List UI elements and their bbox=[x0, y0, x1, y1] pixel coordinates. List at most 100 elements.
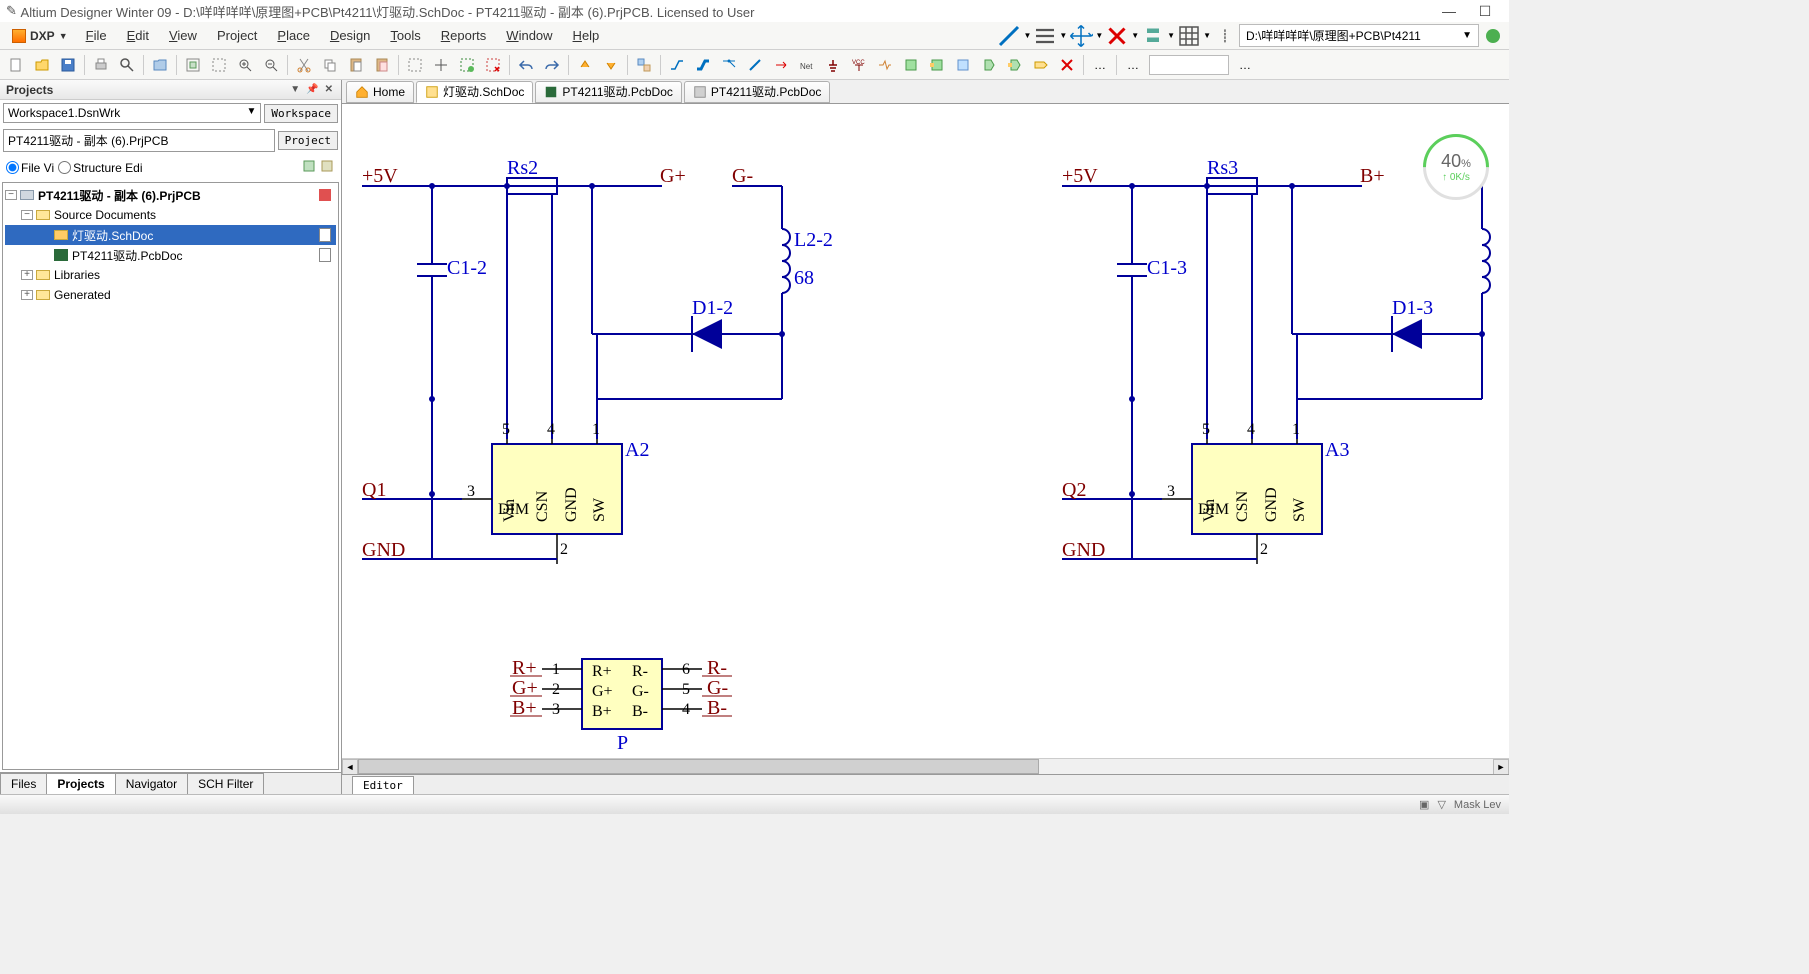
menu-edit[interactable]: Edit bbox=[117, 24, 159, 47]
menu-design[interactable]: Design bbox=[320, 24, 380, 47]
panel-tool-icon[interactable] bbox=[319, 158, 335, 177]
radio-structure-edit[interactable]: Structure Edi bbox=[58, 161, 142, 175]
rubber-stamp-button[interactable] bbox=[370, 53, 394, 77]
place-bus-button[interactable] bbox=[691, 53, 715, 77]
panel-tool-icon[interactable] bbox=[301, 158, 317, 177]
panel-pin-icon[interactable]: 📌 bbox=[304, 84, 320, 95]
tab-files[interactable]: Files bbox=[0, 773, 47, 794]
go-button[interactable] bbox=[1481, 25, 1505, 47]
minimize-button[interactable]: — bbox=[1431, 3, 1467, 19]
move-tool[interactable] bbox=[1069, 25, 1093, 47]
place-device-sheet-button[interactable] bbox=[951, 53, 975, 77]
move-cursor-button[interactable] bbox=[429, 53, 453, 77]
menu-help[interactable]: Help bbox=[563, 24, 610, 47]
project-button[interactable]: Project bbox=[278, 131, 338, 150]
scroll-left-icon[interactable]: ◄ bbox=[342, 759, 358, 775]
deselect-button[interactable] bbox=[455, 53, 479, 77]
project-field[interactable]: PT4211驱动 - 副本 (6).PrjPCB bbox=[3, 129, 275, 152]
tab-editor[interactable]: Editor bbox=[352, 776, 414, 794]
save-button[interactable] bbox=[56, 53, 80, 77]
paste-button[interactable] bbox=[344, 53, 368, 77]
place-netlabel-button[interactable]: Net bbox=[795, 53, 819, 77]
menu-reports[interactable]: Reports bbox=[431, 24, 497, 47]
hierarchy-down-button[interactable] bbox=[599, 53, 623, 77]
zoom-fit-button[interactable] bbox=[181, 53, 205, 77]
place-sheet-symbol-button[interactable] bbox=[899, 53, 923, 77]
menu-file[interactable]: File bbox=[76, 24, 117, 47]
menu-view[interactable]: View bbox=[159, 24, 207, 47]
place-gnd-button[interactable] bbox=[821, 53, 845, 77]
draw-line-tool[interactable] bbox=[997, 25, 1021, 47]
workspace-combo[interactable]: Workspace1.DsnWrk ▼ bbox=[3, 103, 261, 123]
place-vcc-button[interactable]: VCC bbox=[847, 53, 871, 77]
zoom-area-button[interactable] bbox=[207, 53, 231, 77]
print-button[interactable] bbox=[89, 53, 113, 77]
panel-bottom-tabs: Files Projects Navigator SCH Filter bbox=[0, 772, 341, 794]
tab-schdoc[interactable]: 灯驱动.SchDoc bbox=[416, 81, 533, 103]
place-sheet-entry-button[interactable] bbox=[925, 53, 949, 77]
workspace-button[interactable]: Workspace bbox=[264, 104, 338, 123]
place-signal-harness-button[interactable] bbox=[717, 53, 741, 77]
tab-pcbdoc-1[interactable]: PT4211驱动.PcbDoc bbox=[535, 81, 682, 103]
tab-pcbdoc-2[interactable]: PT4211驱动.PcbDoc bbox=[684, 81, 831, 103]
menu-window[interactable]: Window bbox=[496, 24, 562, 47]
toolbar-more-3[interactable]: … bbox=[1233, 53, 1257, 77]
preview-button[interactable] bbox=[115, 53, 139, 77]
cross-probe-button[interactable] bbox=[632, 53, 656, 77]
menu-tools[interactable]: Tools bbox=[380, 24, 430, 47]
align-tool[interactable] bbox=[1033, 25, 1057, 47]
undo-button[interactable] bbox=[514, 53, 538, 77]
filter-tool[interactable] bbox=[1141, 25, 1165, 47]
place-harness-connector-button[interactable] bbox=[977, 53, 1001, 77]
dxp-menu[interactable]: DXP ▼ bbox=[4, 26, 76, 46]
horizontal-scrollbar[interactable]: ◄ ► bbox=[342, 758, 1509, 774]
tab-home[interactable]: Home bbox=[346, 81, 414, 103]
statusbar: ▣ ▽ Mask Lev bbox=[0, 794, 1509, 814]
tab-navigator[interactable]: Navigator bbox=[115, 773, 188, 794]
tree-libraries[interactable]: + Libraries bbox=[5, 265, 336, 285]
menu-project[interactable]: Project bbox=[207, 24, 267, 47]
place-no-erc-button[interactable] bbox=[1055, 53, 1079, 77]
tab-sch-filter[interactable]: SCH Filter bbox=[187, 773, 264, 794]
place-port-button[interactable] bbox=[1029, 53, 1053, 77]
copy-button[interactable] bbox=[318, 53, 342, 77]
tree-source-documents[interactable]: − Source Documents bbox=[5, 205, 336, 225]
schematic-canvas[interactable]: +5V Rs2 G+ G- bbox=[342, 104, 1509, 758]
cut-button[interactable] bbox=[292, 53, 316, 77]
cross-tool[interactable] bbox=[1105, 25, 1129, 47]
dropdown-icon: ▼ bbox=[246, 106, 256, 120]
menu-place[interactable]: Place bbox=[267, 24, 320, 47]
panel-menu-icon[interactable]: ▼ bbox=[288, 84, 302, 95]
open-button[interactable] bbox=[30, 53, 54, 77]
zoom-in-button[interactable] bbox=[233, 53, 257, 77]
zoom-out-button[interactable] bbox=[259, 53, 283, 77]
tree-pcbdoc[interactable]: PT4211驱动.PcbDoc bbox=[5, 245, 336, 265]
tree-project-root[interactable]: − PT4211驱动 - 副本 (6).PrjPCB bbox=[5, 185, 336, 205]
filter-icon[interactable]: ▽ bbox=[1437, 798, 1445, 811]
place-bus-entry-button[interactable] bbox=[743, 53, 767, 77]
new-button[interactable] bbox=[4, 53, 28, 77]
open-doc-button[interactable] bbox=[148, 53, 172, 77]
tree-generated[interactable]: + Generated bbox=[5, 285, 336, 305]
clear-select-button[interactable] bbox=[481, 53, 505, 77]
hierarchy-up-button[interactable] bbox=[573, 53, 597, 77]
panel-close-icon[interactable]: ✕ bbox=[323, 84, 335, 95]
toolbar-more-2[interactable]: … bbox=[1121, 53, 1145, 77]
project-tree[interactable]: − PT4211驱动 - 副本 (6).PrjPCB − Source Docu… bbox=[2, 182, 339, 770]
scroll-thumb[interactable] bbox=[358, 759, 1039, 774]
radio-file-view[interactable]: File Vi bbox=[6, 161, 54, 175]
tree-schdoc[interactable]: 灯驱动.SchDoc bbox=[5, 225, 336, 245]
path-combo[interactable]: D:\咩咩咩咩\原理图+PCB\Pt4211 ▼ bbox=[1239, 24, 1479, 47]
select-rect-button[interactable] bbox=[403, 53, 427, 77]
maximize-button[interactable]: ☐ bbox=[1467, 3, 1503, 20]
toolbar-more-1[interactable]: … bbox=[1088, 53, 1112, 77]
scroll-right-icon[interactable]: ► bbox=[1493, 759, 1509, 775]
place-part-button[interactable] bbox=[873, 53, 897, 77]
tab-projects[interactable]: Projects bbox=[46, 773, 115, 794]
grid-tool[interactable] bbox=[1177, 25, 1201, 47]
place-harness-entry-button[interactable] bbox=[1003, 53, 1027, 77]
place-wire-button[interactable] bbox=[665, 53, 689, 77]
toolbar-combo[interactable] bbox=[1149, 55, 1229, 75]
redo-button[interactable] bbox=[540, 53, 564, 77]
place-harness-button[interactable] bbox=[769, 53, 793, 77]
